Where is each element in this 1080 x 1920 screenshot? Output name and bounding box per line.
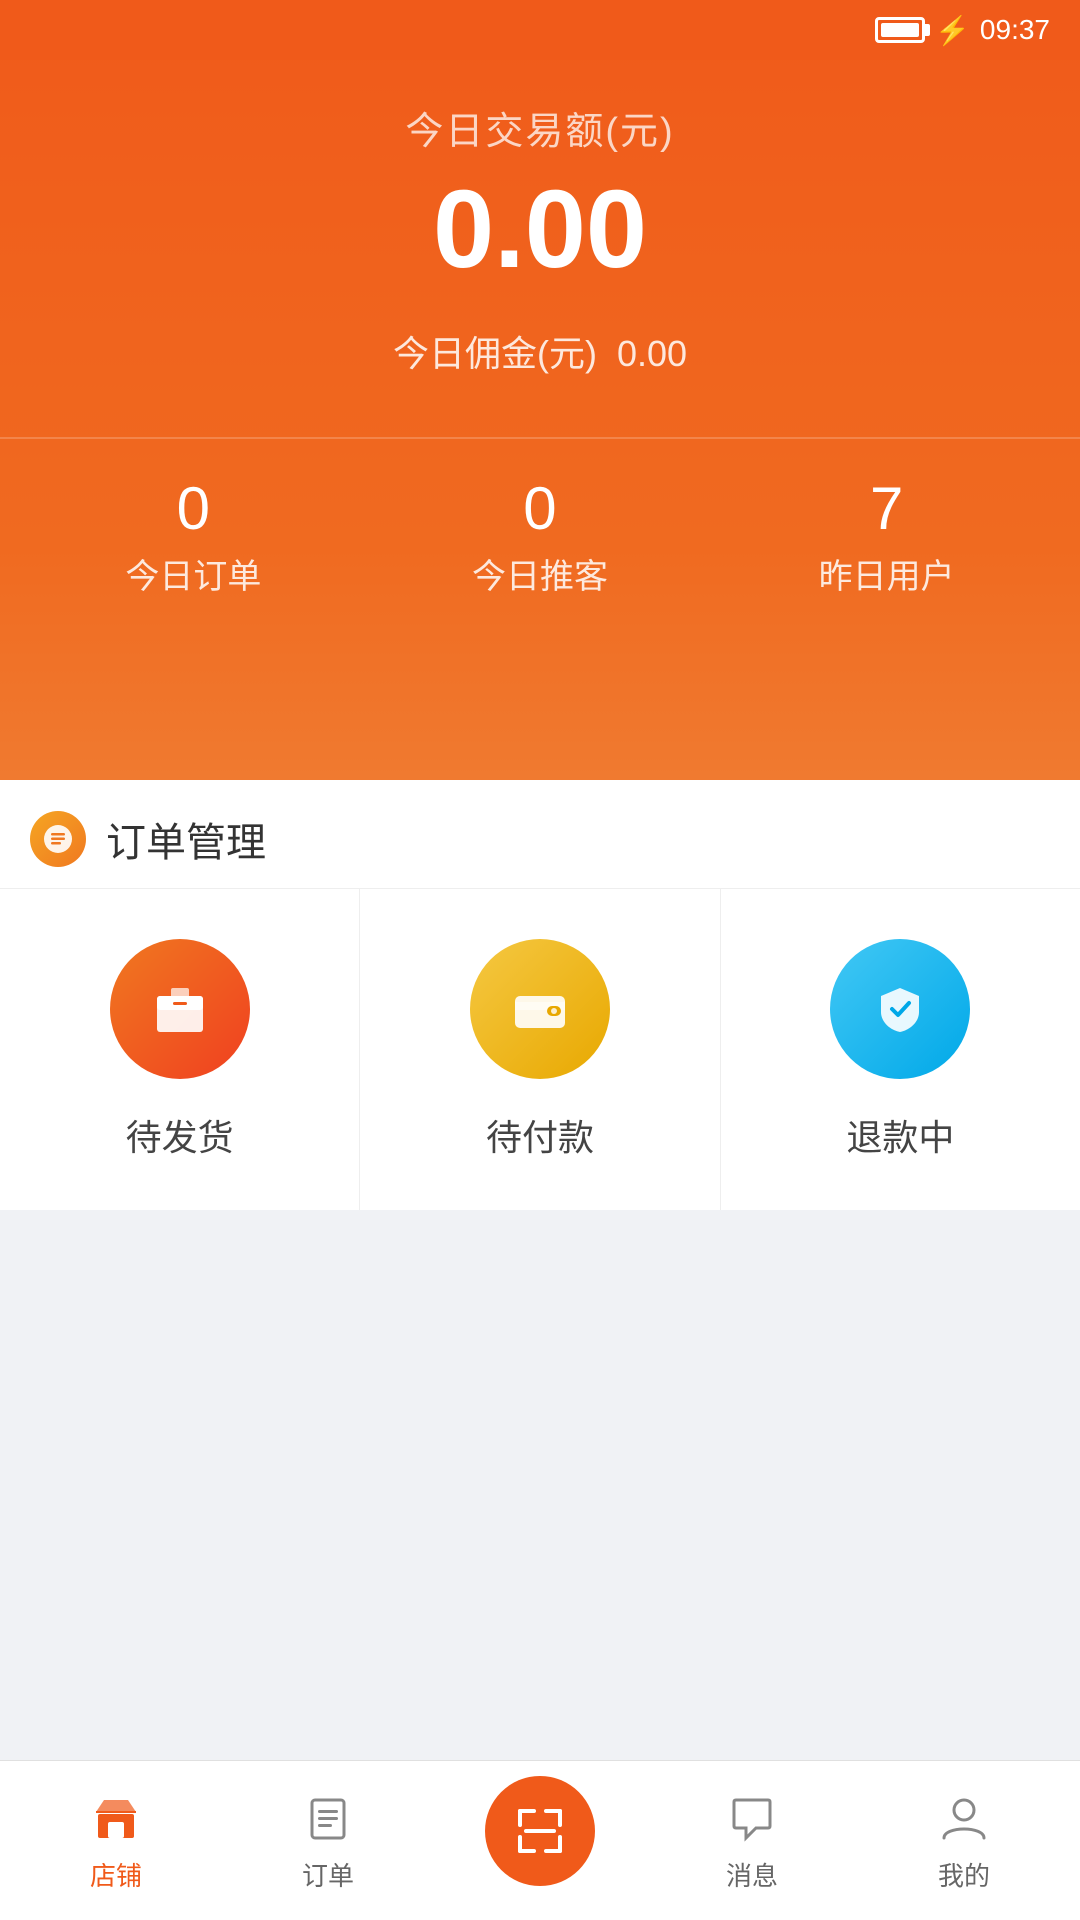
stats-row: 0 今日订单 0 今日推客 7 昨日用户: [0, 479, 1080, 598]
stat-today-referral-value: 0: [523, 479, 556, 539]
order-item-refunding-label: 退款中: [846, 1109, 954, 1161]
scan-button[interactable]: [485, 1776, 595, 1886]
stat-yesterday-users-label: 昨日用户: [819, 549, 955, 598]
commission-row: 今日佣金(元) 0.00: [393, 325, 687, 377]
bottom-nav: 店铺 订单: [0, 1760, 1080, 1920]
wallet-icon: [470, 939, 610, 1079]
hero-section: 今日交易额(元) 0.00 今日佣金(元) 0.00 0 今日订单 0 今日推客…: [0, 0, 1080, 780]
shield-icon: [830, 939, 970, 1079]
store-icon: [86, 1788, 146, 1848]
order-management-title: 订单管理: [106, 810, 266, 868]
status-bar: ⚡ 09:37: [0, 0, 1080, 60]
hero-divider: [0, 437, 1080, 439]
order-management-header: 订单管理: [0, 780, 1080, 889]
stat-today-orders[interactable]: 0 今日订单: [125, 479, 261, 598]
order-management-header-icon: [30, 811, 86, 867]
order-management-section: 订单管理 待发货: [0, 780, 1080, 1211]
commission-value: 0.00: [617, 333, 687, 374]
content-area: [0, 1210, 1080, 1760]
status-time: 09:37: [980, 14, 1050, 46]
nav-item-mine[interactable]: 我的: [858, 1788, 1070, 1893]
message-icon: [722, 1788, 782, 1848]
nav-mine-label: 我的: [938, 1856, 990, 1893]
stat-today-orders-label: 今日订单: [125, 549, 261, 598]
stat-today-referral-label: 今日推客: [472, 549, 608, 598]
orders-icon: [298, 1788, 358, 1848]
nav-item-scan[interactable]: [434, 1776, 646, 1906]
order-item-refunding[interactable]: 退款中: [721, 889, 1080, 1211]
status-bar-right: ⚡ 09:37: [875, 14, 1050, 47]
today-amount: 0.00: [433, 175, 647, 285]
nav-messages-label: 消息: [726, 1856, 778, 1893]
user-icon: [934, 1788, 994, 1848]
stat-yesterday-users-value: 7: [870, 479, 903, 539]
order-item-pending-pay-label: 待付款: [486, 1109, 594, 1161]
nav-item-orders[interactable]: 订单: [222, 1788, 434, 1893]
order-item-pending-ship[interactable]: 待发货: [0, 889, 360, 1211]
lightning-icon: ⚡: [935, 14, 970, 47]
nav-item-store[interactable]: 店铺: [10, 1788, 222, 1893]
today-transaction-label: 今日交易额(元): [405, 100, 674, 155]
stat-yesterday-users[interactable]: 7 昨日用户: [819, 479, 955, 598]
nav-store-label: 店铺: [90, 1856, 142, 1893]
box-icon: [110, 939, 250, 1079]
order-item-pending-pay[interactable]: 待付款: [360, 889, 720, 1211]
stat-today-orders-value: 0: [177, 479, 210, 539]
order-grid: 待发货 待付款 退款中: [0, 889, 1080, 1211]
nav-item-messages[interactable]: 消息: [646, 1788, 858, 1893]
nav-orders-label: 订单: [302, 1856, 354, 1893]
stat-today-referral[interactable]: 0 今日推客: [472, 479, 608, 598]
order-item-pending-ship-label: 待发货: [126, 1109, 234, 1161]
battery-icon: [875, 17, 925, 43]
commission-label: 今日佣金(元): [393, 333, 597, 374]
